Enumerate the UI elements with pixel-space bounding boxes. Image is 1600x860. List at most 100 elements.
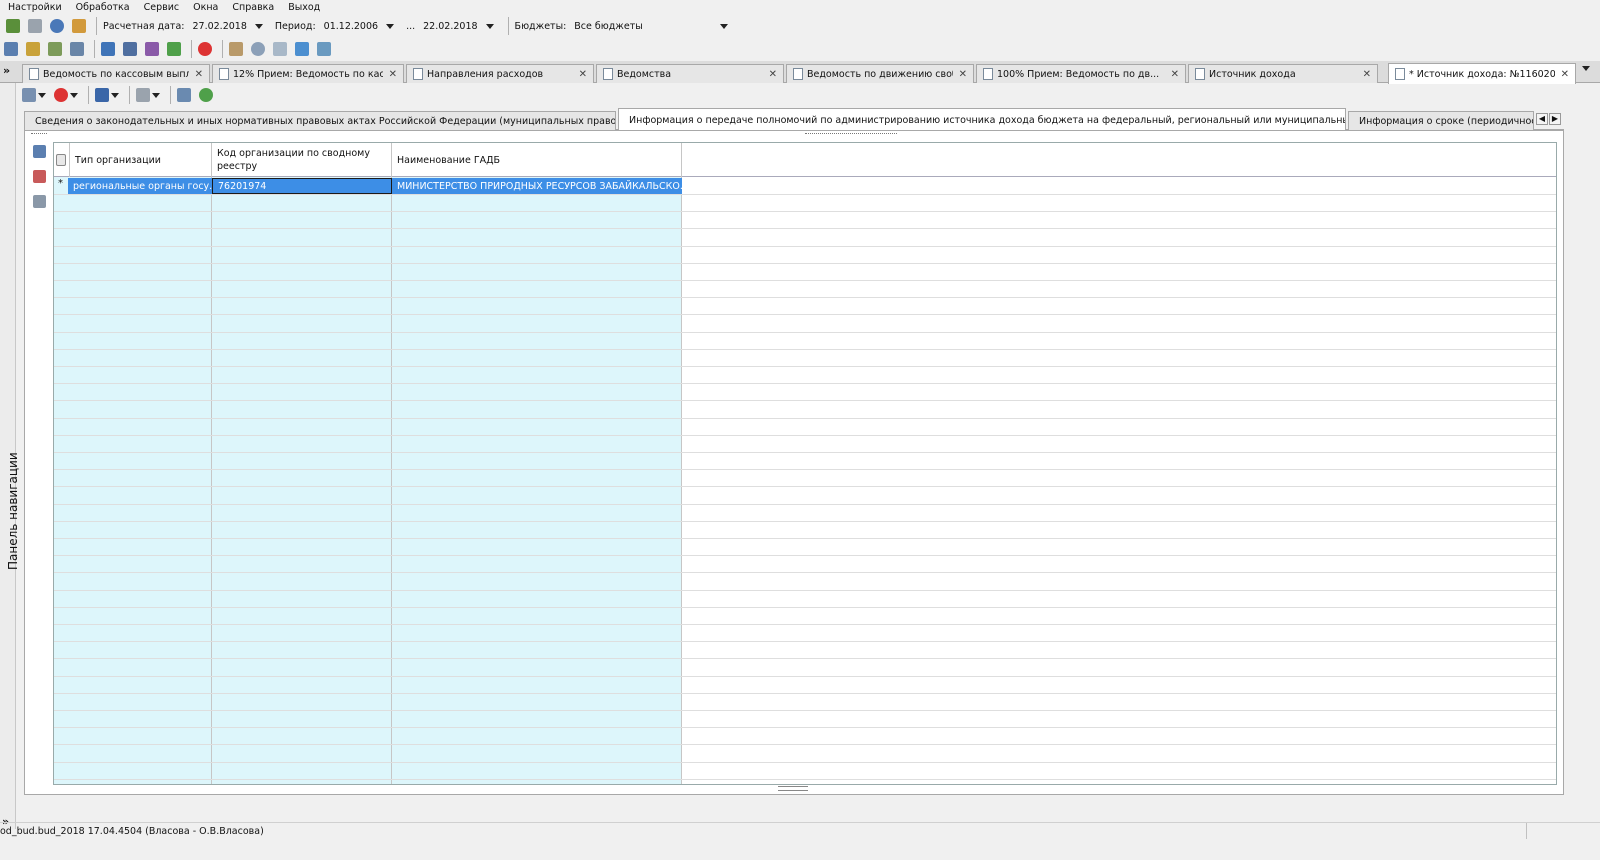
new-row-marker: * xyxy=(58,178,63,189)
chevron-down-icon[interactable] xyxy=(720,23,729,29)
calc-date-field[interactable]: 27.02.2018 xyxy=(190,18,264,34)
navigation-panel-label[interactable]: Панель навигации xyxy=(6,452,20,570)
grid-row-line xyxy=(54,228,1556,230)
link-icon[interactable] xyxy=(317,42,331,56)
chevron-down-icon[interactable] xyxy=(152,92,160,98)
package-icon[interactable] xyxy=(229,42,243,56)
tab-list-chevron-icon[interactable] xyxy=(1582,66,1590,71)
grid-row-line xyxy=(54,366,1556,367)
column-header-org-code[interactable]: Код организации по сводному реестру xyxy=(212,143,392,177)
palette-icon[interactable] xyxy=(145,42,159,56)
document-icon[interactable] xyxy=(273,42,287,56)
cell-org-code[interactable]: 76201974 xyxy=(212,178,392,194)
chevron-down-icon[interactable] xyxy=(70,92,78,98)
navigation-panel[interactable]: Панель навигации xyxy=(0,83,20,829)
bar-chart-icon[interactable] xyxy=(295,42,309,56)
column-header-org-type[interactable]: Тип организации xyxy=(70,143,212,177)
grid-row-line xyxy=(54,331,1556,333)
doc-tab-expense-directions[interactable]: Направления расходов ✕ xyxy=(406,64,594,83)
close-icon[interactable]: ✕ xyxy=(1171,69,1179,80)
clock-icon[interactable] xyxy=(251,42,265,56)
report-icon[interactable] xyxy=(70,42,84,56)
doc-tab-free-movement[interactable]: Ведомость по движению своб... ✕ xyxy=(786,64,974,83)
doc-tab-income-source-edit[interactable]: * Источник дохода: №1160206...✕ xyxy=(1388,63,1576,84)
edit-icon[interactable] xyxy=(48,42,62,56)
doc-tab-departments[interactable]: Ведомства ✕ xyxy=(596,64,784,83)
grid-row-line xyxy=(54,280,1556,281)
close-icon[interactable]: ✕ xyxy=(195,69,203,80)
grid-icon[interactable] xyxy=(4,42,18,56)
cell-gadb-name[interactable]: МИНИСТЕРСТВО ПРИРОДНЫХ РЕСУРСОВ ЗАБАЙКАЛ… xyxy=(392,178,682,194)
add-row-icon[interactable] xyxy=(33,145,46,158)
menu-settings[interactable]: Настройки xyxy=(8,2,62,13)
close-icon[interactable]: ✕ xyxy=(579,69,587,80)
doc-tab-12-reception[interactable]: 12% Прием: Ведомость по кас... ✕ xyxy=(212,64,404,83)
grid-row-line xyxy=(54,692,1556,694)
scroll-right-icon[interactable]: ▶ xyxy=(1549,113,1561,125)
file-icon xyxy=(219,68,229,80)
users-icon[interactable] xyxy=(72,19,86,33)
close-icon[interactable]: ✕ xyxy=(389,69,397,80)
chevron-down-icon[interactable] xyxy=(111,92,119,98)
period-to-field[interactable]: 22.02.2018 xyxy=(421,18,495,34)
sort-icon[interactable] xyxy=(33,195,46,208)
menu-bar: Настройки Обработка Сервис Окна Справка … xyxy=(0,0,1600,14)
expand-nav-icon[interactable]: » xyxy=(3,64,10,77)
close-icon[interactable]: ✕ xyxy=(959,69,967,80)
period-from-field[interactable]: 01.12.2006 xyxy=(322,18,396,34)
budgets-select[interactable]: Все бюджеты xyxy=(572,18,730,34)
filter-icon[interactable] xyxy=(26,42,40,56)
column-header-gadb-name[interactable]: Наименование ГАДБ xyxy=(392,143,682,177)
splitter-grip[interactable] xyxy=(31,133,47,137)
print-icon[interactable] xyxy=(28,19,42,33)
menu-processing[interactable]: Обработка xyxy=(76,2,130,13)
file-icon xyxy=(29,68,39,80)
close-icon[interactable]: ✕ xyxy=(1363,69,1371,80)
grid-row-line xyxy=(54,503,1556,505)
splitter-grip[interactable] xyxy=(805,133,897,137)
info-icon[interactable] xyxy=(50,19,64,33)
database-icon[interactable] xyxy=(123,42,137,56)
scrollbar-grip[interactable] xyxy=(778,786,808,791)
chevron-down-icon[interactable] xyxy=(254,23,263,29)
horizontal-scrollbar[interactable] xyxy=(53,786,1557,792)
menu-service[interactable]: Сервис xyxy=(144,2,180,13)
row-selector-header[interactable] xyxy=(54,143,70,177)
close-icon[interactable]: ✕ xyxy=(769,69,777,80)
menu-windows[interactable]: Окна xyxy=(193,2,218,13)
sync-icon[interactable] xyxy=(199,88,213,102)
chevron-down-icon[interactable] xyxy=(386,23,395,29)
chevron-down-icon[interactable] xyxy=(485,23,494,29)
chevron-down-icon[interactable] xyxy=(38,92,46,98)
close-icon[interactable]: ✕ xyxy=(1561,69,1569,80)
record-icon[interactable] xyxy=(198,42,212,56)
grid-row-line xyxy=(54,589,1556,591)
document-toolbar xyxy=(22,84,221,106)
menu-exit[interactable]: Выход xyxy=(288,2,320,13)
cell-org-type[interactable]: региональные органы госу... xyxy=(68,178,212,194)
cancel-icon[interactable] xyxy=(54,88,68,102)
transfer-icon[interactable] xyxy=(22,88,36,102)
file-icon xyxy=(413,68,423,80)
column-chooser-icon[interactable] xyxy=(56,154,66,166)
tab-legal-acts[interactable]: Сведения о законодательных и иных нормат… xyxy=(24,111,616,130)
tools-icon[interactable] xyxy=(6,19,20,33)
refresh-icon[interactable] xyxy=(101,42,115,56)
doc-tab-cash-payments[interactable]: Ведомость по кассовым выпла...✕ xyxy=(22,64,210,83)
save-icon[interactable] xyxy=(95,88,109,102)
menu-help[interactable]: Справка xyxy=(232,2,274,13)
doc-tab-100-reception[interactable]: 100% Прием: Ведомость по дв... ✕ xyxy=(976,64,1186,83)
grid-side-tools xyxy=(31,145,49,220)
forward-icon[interactable] xyxy=(136,88,150,102)
table-row[interactable]: * региональные органы госу... 76201974 М… xyxy=(54,178,682,194)
tab-term-info[interactable]: Информация о сроке (периодичности, xyxy=(1348,111,1534,130)
tab-powers-transfer[interactable]: Информация о передаче полномочий по адми… xyxy=(618,108,1346,131)
pen-icon[interactable] xyxy=(177,88,191,102)
doc-tab-income-source[interactable]: Источник дохода ✕ xyxy=(1188,64,1378,83)
period-label: Период: xyxy=(274,20,316,32)
delete-row-icon[interactable] xyxy=(33,170,46,183)
scroll-left-icon[interactable]: ◀ xyxy=(1536,113,1548,125)
puzzle-icon[interactable] xyxy=(167,42,181,56)
grid-row-line xyxy=(54,400,1556,402)
grid-row-line xyxy=(54,572,1556,574)
